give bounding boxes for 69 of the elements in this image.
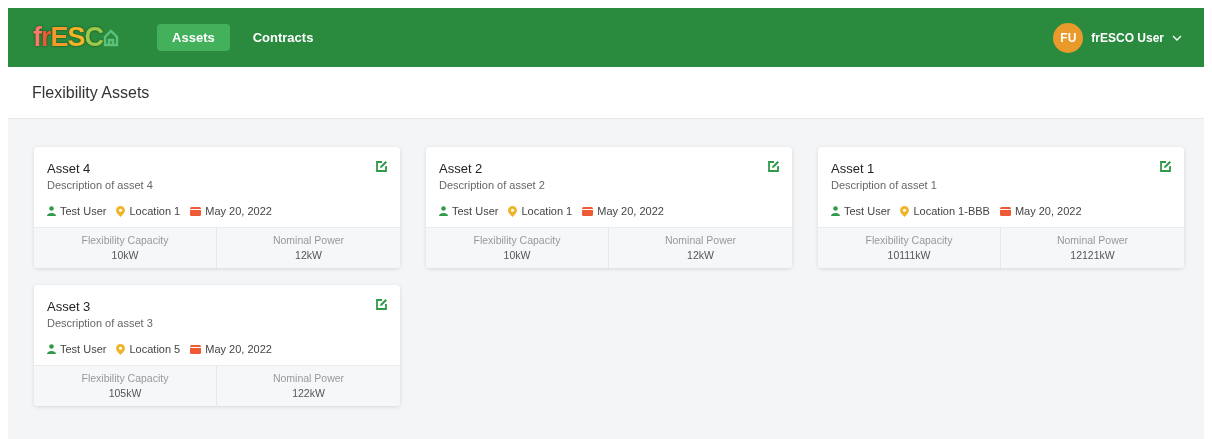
asset-date: May 20, 2022 <box>205 205 272 217</box>
person-icon <box>47 344 56 354</box>
logo-letter: f <box>33 22 41 53</box>
location-pin-icon <box>116 343 126 355</box>
asset-owner: Test User <box>60 343 107 355</box>
logo-letter: E <box>50 22 68 53</box>
logo-letter: S <box>67 22 85 53</box>
user-name: frESCO User <box>1091 30 1164 45</box>
edit-icon <box>767 160 780 173</box>
asset-title: Asset 1 <box>831 161 875 176</box>
stat-value: 12kW <box>686 249 715 261</box>
stat-value: 122kW <box>291 387 326 399</box>
edit-button[interactable] <box>767 160 780 173</box>
person-icon <box>47 206 56 216</box>
stat-value: 10111kW <box>886 249 932 261</box>
asset-location: Location 1 <box>129 205 181 217</box>
user-avatar: FU <box>1053 22 1084 53</box>
edit-button[interactable] <box>375 298 388 311</box>
asset-owner: Test User <box>60 205 107 217</box>
location-pin-icon <box>116 205 126 217</box>
asset-location: Location 1 <box>521 205 573 217</box>
asset-description: Description of asset 1 <box>831 179 938 191</box>
nav-tab[interactable]: Contracts <box>237 24 329 51</box>
asset-location: Location 1-BBB <box>913 205 990 217</box>
asset-date: May 20, 2022 <box>205 343 272 355</box>
nav-tab[interactable]: Assets <box>157 24 230 51</box>
asset-title: Asset 3 <box>47 299 91 314</box>
location-pin-icon <box>508 205 518 217</box>
stat-label: Flexibility Capacity <box>80 234 170 246</box>
stat-label: Flexibility Capacity <box>864 234 954 246</box>
asset-date: May 20, 2022 <box>597 205 664 217</box>
stat-label: Nominal Power <box>271 234 346 246</box>
edit-button[interactable] <box>1159 160 1172 173</box>
edit-button[interactable] <box>375 160 388 173</box>
calendar-icon <box>582 206 594 216</box>
stat-label: Nominal Power <box>663 234 738 246</box>
asset-description: Description of asset 4 <box>47 179 154 191</box>
person-icon <box>439 206 448 216</box>
user-menu[interactable]: FU frESCO User <box>1053 22 1182 53</box>
stat-label: Nominal Power <box>271 372 346 384</box>
edit-icon <box>375 298 388 311</box>
asset-description: Description of asset 2 <box>439 179 546 191</box>
asset-date: May 20, 2022 <box>1014 205 1082 217</box>
logo-letter: C <box>84 22 104 53</box>
house-icon <box>103 28 120 47</box>
stat-value: 105kW <box>107 387 143 399</box>
chevron-down-icon <box>1172 34 1182 41</box>
asset-location: Location 5 <box>129 343 181 355</box>
asset-owner: Test User <box>844 205 891 217</box>
logo-letter: r <box>41 22 51 53</box>
stat-value: 12121kW <box>1069 249 1116 261</box>
person-icon <box>831 206 840 216</box>
calendar-icon <box>999 206 1011 216</box>
stat-label: Flexibility Capacity <box>472 234 562 246</box>
stat-value: 10kW <box>110 249 140 261</box>
calendar-icon <box>190 344 202 354</box>
asset-description: Description of asset 3 <box>47 317 154 329</box>
stat-label: Nominal Power <box>1055 234 1130 246</box>
asset-owner: Test User <box>452 205 499 217</box>
location-pin-icon <box>900 205 910 217</box>
page-title: Flexibility Assets <box>32 83 150 102</box>
asset-title: Asset 4 <box>47 161 91 176</box>
stat-value: 12kW <box>294 249 323 261</box>
stat-value: 10kW <box>502 249 532 261</box>
edit-icon <box>1159 160 1172 173</box>
calendar-icon <box>190 206 202 216</box>
edit-icon <box>375 160 388 173</box>
stat-label: Flexibility Capacity <box>80 372 170 384</box>
asset-title: Asset 2 <box>439 161 483 176</box>
